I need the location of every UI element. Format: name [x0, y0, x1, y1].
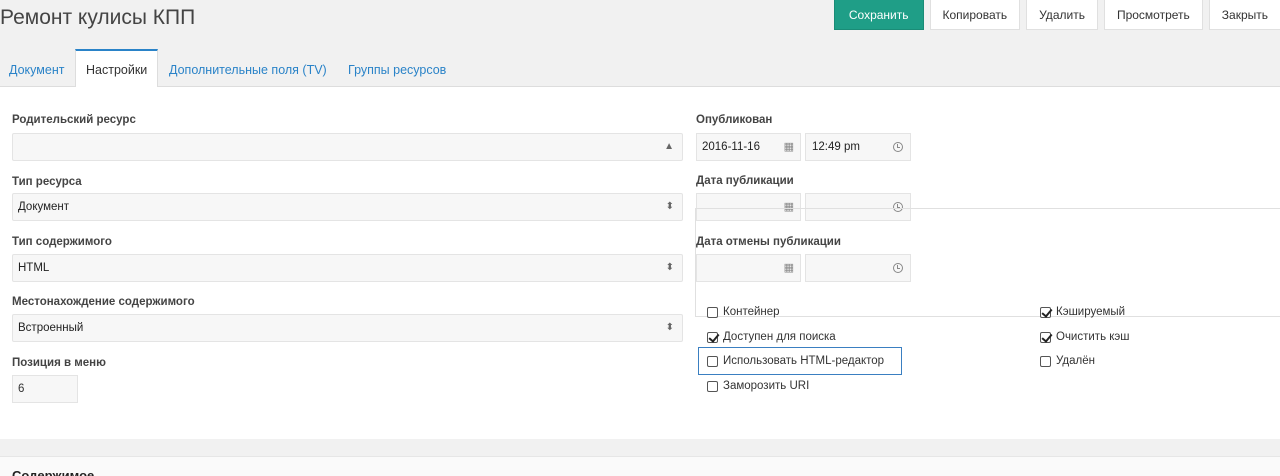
- type-value: Документ: [18, 201, 70, 213]
- content-type-value: HTML: [18, 262, 50, 274]
- clock-icon[interactable]: [893, 142, 903, 152]
- type-select[interactable]: Документ ⬍: [12, 193, 683, 221]
- published-time-field[interactable]: 12:49 pm: [805, 133, 911, 161]
- tab-document[interactable]: Документ: [9, 49, 64, 87]
- content-type-label: Тип содержимого: [12, 236, 112, 248]
- disposition-select[interactable]: Встроенный ⬍: [12, 314, 683, 342]
- checkbox-icon[interactable]: [707, 380, 718, 392]
- checkbox-container[interactable]: Контейнер: [707, 304, 780, 320]
- type-label: Тип ресурса: [12, 176, 82, 188]
- select-arrows-icon: ⬍: [665, 201, 674, 212]
- published-date-value: 2016-11-16: [702, 141, 760, 153]
- tab-bar: Документ Настройки Дополнительные поля (…: [0, 49, 1280, 88]
- checkbox-deleted[interactable]: Удалён: [1040, 353, 1095, 369]
- checkbox-cacheable[interactable]: Кэшируемый: [1040, 304, 1125, 320]
- checkbox-richtext-label: Использовать HTML-редактор: [723, 355, 885, 367]
- disposition-label: Местонахождение содержимого: [12, 296, 195, 308]
- tab-settings[interactable]: Настройки: [75, 49, 159, 88]
- checkbox-clear-cache[interactable]: Очистить кэш: [1040, 329, 1130, 345]
- checkbox-icon[interactable]: [1040, 355, 1051, 367]
- checkbox-container-label: Контейнер: [723, 306, 780, 318]
- parent-select[interactable]: ▲︎: [12, 133, 683, 161]
- select-arrows-icon: ▲︎: [664, 141, 674, 152]
- close-button[interactable]: Закрыть: [1208, 0, 1280, 30]
- checkbox-freeze-uri-label: Заморозить URI: [723, 380, 810, 392]
- published-time-value: 12:49 pm: [812, 141, 860, 153]
- checkbox-icon[interactable]: [707, 355, 718, 367]
- pub-date-label: Дата публикации: [696, 175, 794, 187]
- tab-resource-groups[interactable]: Группы ресурсов: [348, 49, 446, 87]
- delete-button[interactable]: Удалить: [1026, 0, 1098, 30]
- checkbox-icon[interactable]: [1040, 306, 1051, 318]
- view-button[interactable]: Просмотреть: [1103, 0, 1203, 30]
- parent-label: Родительский ресурс: [12, 114, 136, 126]
- calendar-icon[interactable]: ▦: [784, 134, 794, 160]
- select-arrows-icon: ⬍: [665, 322, 674, 333]
- menu-index-label: Позиция в меню: [12, 357, 106, 369]
- checkbox-cacheable-label: Кэшируемый: [1056, 306, 1126, 318]
- checkbox-searchable[interactable]: Доступен для поиска: [707, 329, 836, 345]
- page-title: Ремонт кулисы КПП: [0, 6, 196, 29]
- published-date-field[interactable]: 2016-11-16 ▦: [696, 133, 801, 161]
- checkbox-richtext[interactable]: Использовать HTML-редактор: [707, 353, 884, 369]
- content-type-select[interactable]: HTML ⬍: [12, 254, 683, 282]
- content-section: [0, 456, 1280, 476]
- checkbox-clear-cache-label: Очистить кэш: [1056, 331, 1130, 343]
- checkbox-icon[interactable]: [1040, 331, 1051, 343]
- action-toolbar: Сохранить Копировать Удалить Просмотреть…: [828, 0, 1280, 30]
- disposition-value: Встроенный: [18, 322, 84, 334]
- copy-button[interactable]: Копировать: [929, 0, 1021, 30]
- menu-index-input[interactable]: 6: [12, 375, 78, 403]
- checkbox-freeze-uri[interactable]: Заморозить URI: [707, 378, 809, 394]
- options-box: [695, 208, 1280, 317]
- select-arrows-icon: ⬍: [665, 262, 674, 273]
- checkbox-icon[interactable]: [707, 331, 718, 343]
- checkbox-icon[interactable]: [707, 306, 718, 318]
- checkbox-deleted-label: Удалён: [1056, 355, 1095, 367]
- tab-tv-fields[interactable]: Дополнительные поля (TV): [169, 49, 327, 87]
- content-section-title: Содержимое: [12, 468, 95, 476]
- save-button[interactable]: Сохранить: [833, 0, 924, 30]
- checkbox-searchable-label: Доступен для поиска: [723, 331, 836, 343]
- published-label: Опубликован: [696, 114, 773, 126]
